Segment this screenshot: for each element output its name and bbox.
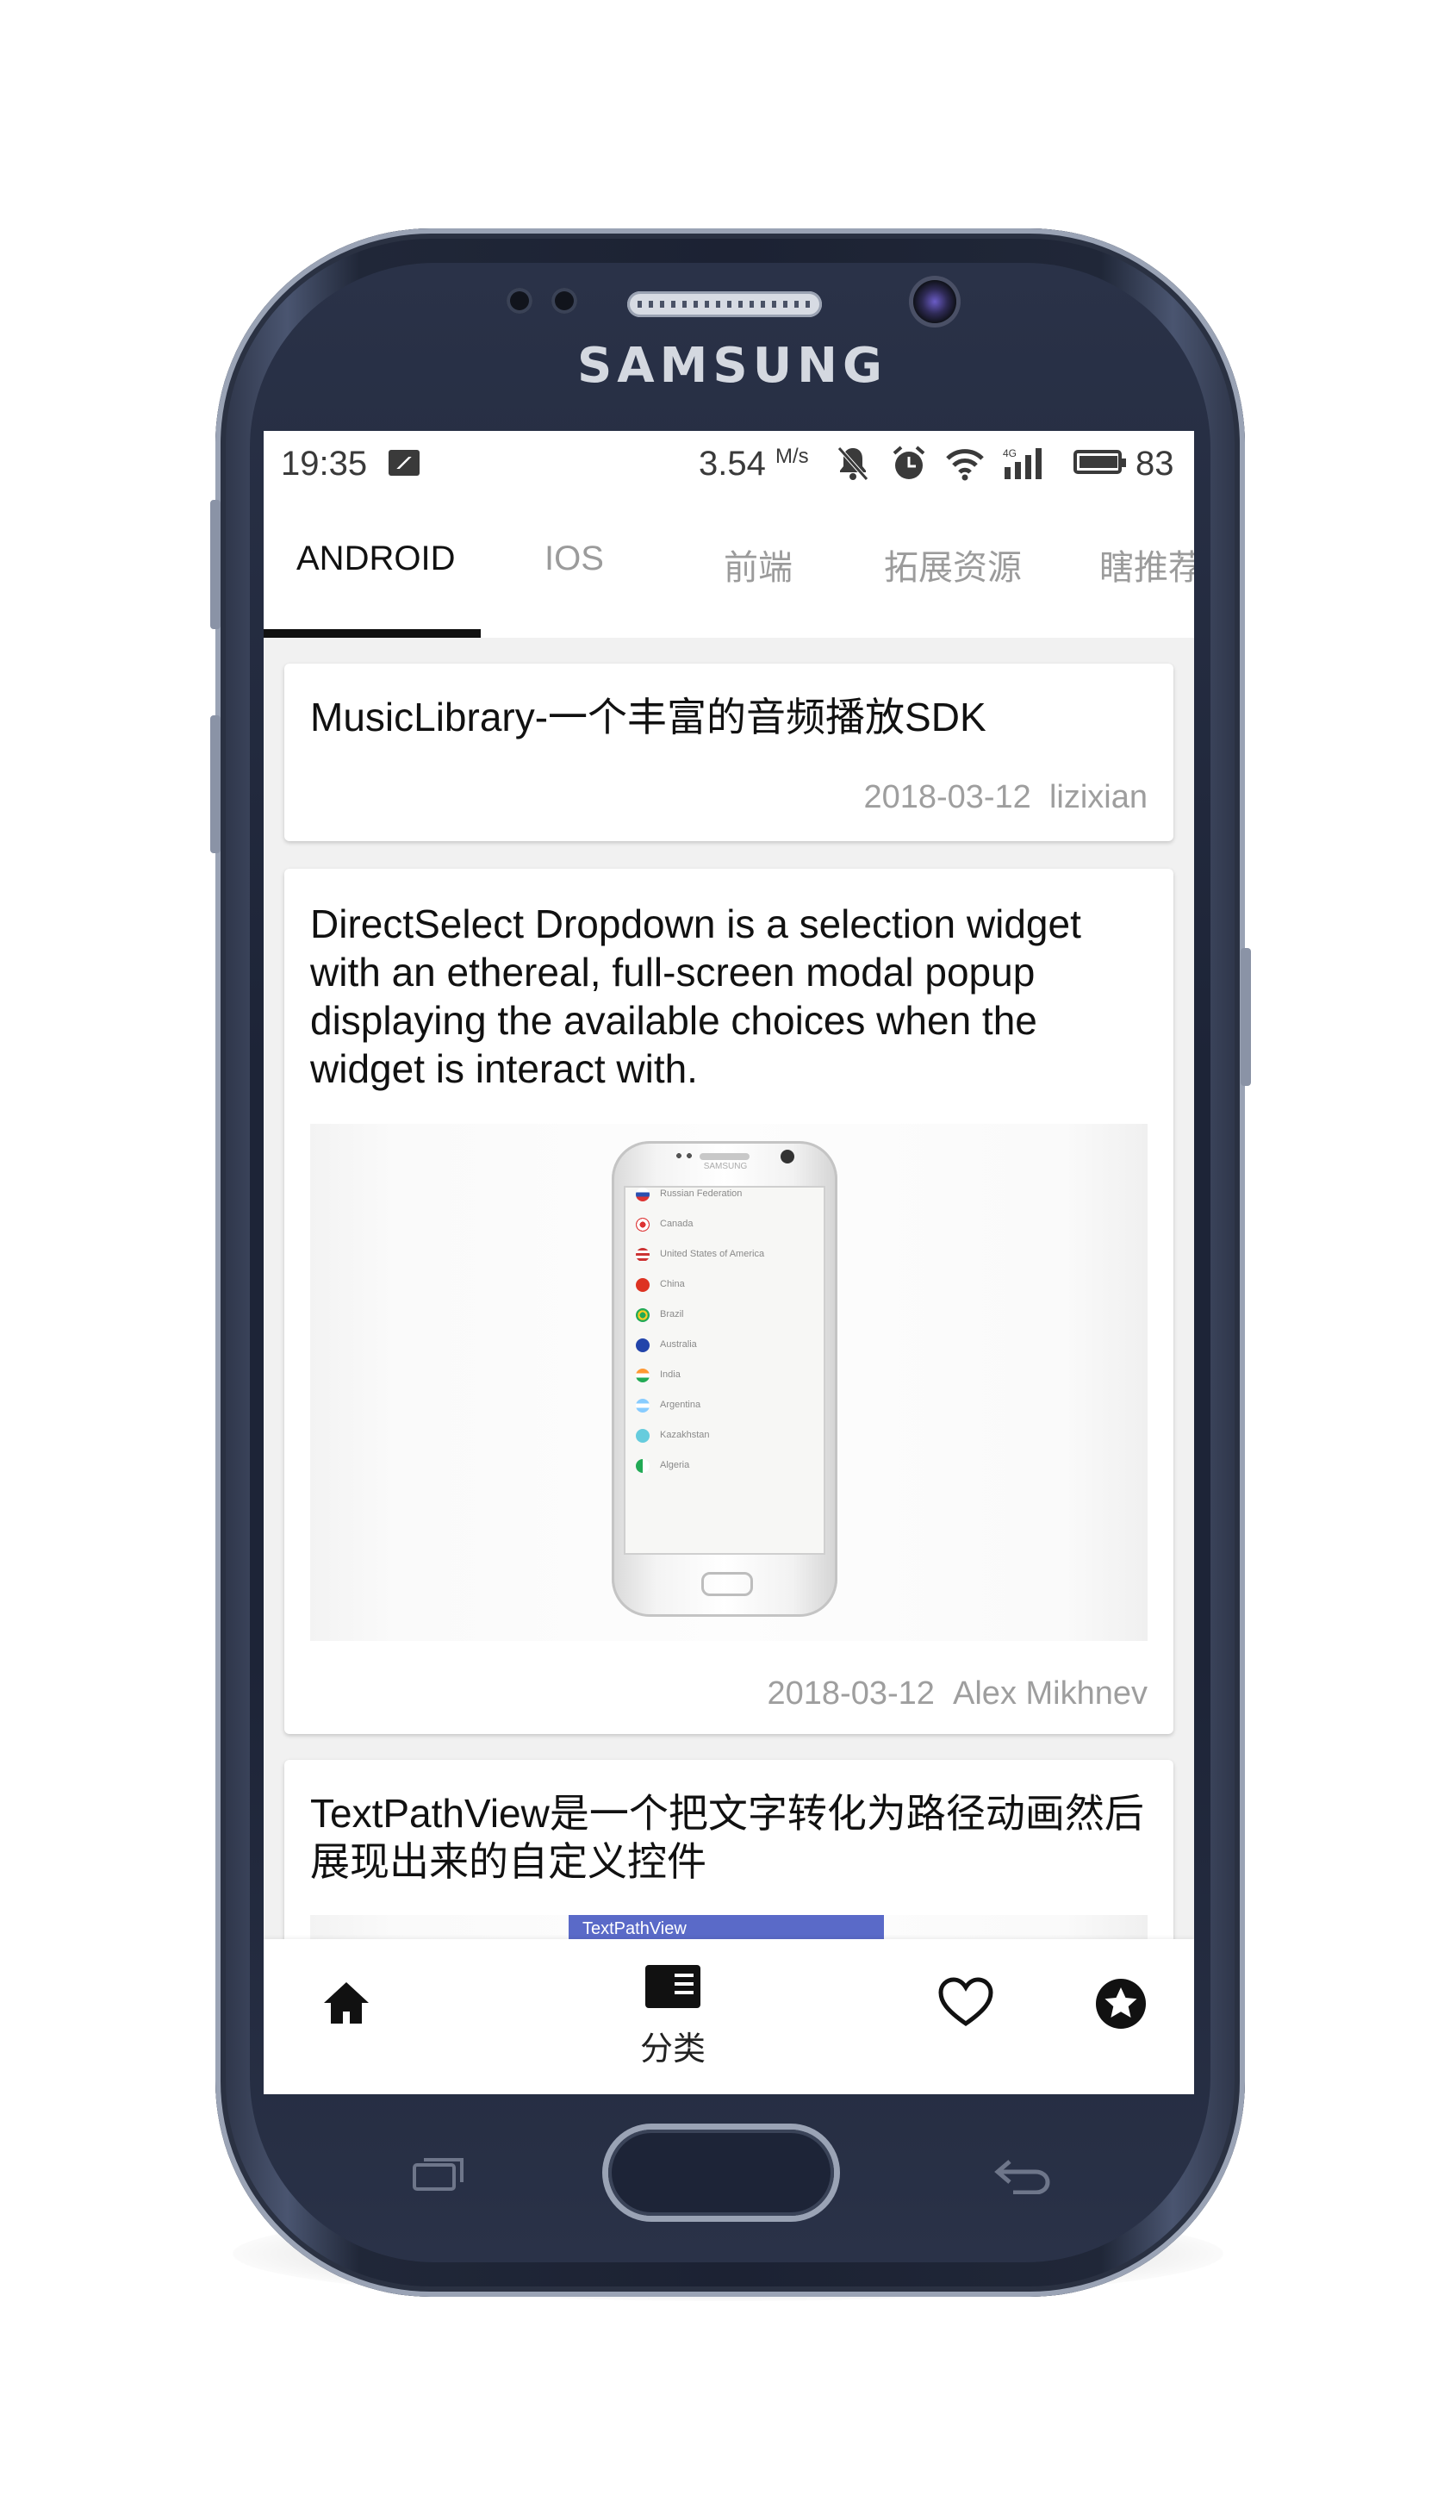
list-item: United States of America bbox=[636, 1243, 817, 1269]
battery-icon bbox=[1073, 450, 1126, 474]
earpiece-speaker bbox=[627, 291, 822, 317]
list-item: Canada bbox=[636, 1213, 817, 1238]
tab-random-recommend[interactable]: 瞎推荐 bbox=[1099, 540, 1194, 589]
svg-text:4G: 4G bbox=[1003, 447, 1017, 459]
heart-icon bbox=[938, 1977, 993, 2027]
preview-phone-brand: SAMSUNG bbox=[703, 1162, 748, 1171]
article-image[interactable]: SAMSUNG Russian Federation Canada United… bbox=[310, 1124, 1148, 1641]
category-tabs: ANDROID IOS 前端 拓展资源 瞎推荐 bbox=[264, 500, 1194, 639]
active-tab-indicator bbox=[264, 629, 481, 638]
article-title[interactable]: TextPathView是一个把文字转化为路径动画然后展现出来的自定义控件 bbox=[310, 1789, 1148, 1886]
signal-icon: 4G bbox=[1003, 445, 1055, 490]
home-icon bbox=[324, 1982, 369, 2024]
tab-ios[interactable]: IOS bbox=[544, 540, 604, 578]
preview-country-list: Russian Federation Canada United States … bbox=[624, 1186, 825, 1555]
status-bar: 19:35 3.54 M/s 4G 83 bbox=[264, 431, 1194, 500]
phone-brand-logo: SAMSUNG bbox=[576, 338, 888, 394]
list-item: Brazil bbox=[636, 1303, 817, 1329]
article-author: Alex Mikhnev bbox=[953, 1675, 1148, 1712]
list-item: Russian Federation bbox=[636, 1188, 817, 1208]
article-date: 2018-03-12 bbox=[863, 779, 1031, 815]
back-arrow-icon[interactable] bbox=[992, 2153, 1053, 2194]
article-meta: 2018-03-12 Alex Mikhnev bbox=[768, 1675, 1148, 1712]
article-card[interactable]: MusicLibrary-一个丰富的音频播放SDK 2018-03-12 liz… bbox=[284, 664, 1173, 841]
bottom-navigation: 分类 bbox=[264, 1939, 1194, 2094]
article-date: 2018-03-12 bbox=[767, 1675, 935, 1712]
battery-level: 83 bbox=[1136, 445, 1174, 483]
alarm-clock-icon bbox=[891, 445, 927, 490]
image-notification-icon bbox=[389, 450, 420, 476]
article-meta: 2018-03-12 lizixian bbox=[863, 779, 1148, 816]
tab-frontend[interactable]: 前端 bbox=[724, 540, 793, 589]
recent-apps-icon[interactable] bbox=[412, 2155, 465, 2191]
nav-category[interactable]: 分类 bbox=[600, 1939, 746, 2094]
nav-home[interactable] bbox=[298, 1939, 393, 2094]
preview-phone: SAMSUNG Russian Federation Canada United… bbox=[612, 1141, 837, 1617]
list-item: Algeria bbox=[636, 1454, 817, 1480]
star-badge-icon bbox=[1096, 1979, 1146, 2029]
tab-extended-resources[interactable]: 拓展资源 bbox=[884, 540, 1022, 589]
article-image[interactable]: TextPathView bbox=[310, 1915, 1148, 1939]
front-camera bbox=[913, 280, 956, 323]
article-card[interactable]: TextPathView是一个把文字转化为路径动画然后展现出来的自定义控件 Te… bbox=[284, 1760, 1173, 1939]
mute-bell-icon bbox=[836, 445, 870, 490]
phone-screen: 19:35 3.54 M/s 4G 83 ANDROID IOS 前端 拓展资源… bbox=[264, 431, 1194, 2094]
light-sensor bbox=[551, 288, 577, 314]
tab-android[interactable]: ANDROID bbox=[296, 540, 455, 578]
list-item: Argentina bbox=[636, 1394, 817, 1419]
phone-home-button[interactable] bbox=[608, 2130, 834, 2216]
nav-starred[interactable] bbox=[1073, 1939, 1168, 2094]
phone-power-button bbox=[1241, 948, 1251, 1086]
article-author: lizixian bbox=[1048, 779, 1148, 815]
proximity-sensor bbox=[507, 288, 532, 314]
article-feed[interactable]: MusicLibrary-一个丰富的音频播放SDK 2018-03-12 liz… bbox=[264, 638, 1194, 1939]
phone-volume-up bbox=[210, 500, 221, 629]
article-title[interactable]: MusicLibrary-一个丰富的音频播放SDK bbox=[310, 693, 1148, 741]
list-item: India bbox=[636, 1363, 817, 1389]
network-speed: 3.54 M/s bbox=[699, 445, 809, 483]
article-card[interactable]: DirectSelect Dropdown is a selection wid… bbox=[284, 869, 1173, 1734]
list-item: Kazakhstan bbox=[636, 1424, 817, 1450]
article-title[interactable]: DirectSelect Dropdown is a selection wid… bbox=[310, 900, 1148, 1093]
article-image-banner: TextPathView bbox=[569, 1915, 884, 1939]
category-icon bbox=[645, 1965, 700, 2008]
nav-favorites[interactable] bbox=[918, 1939, 1013, 2094]
list-item: Australia bbox=[636, 1333, 817, 1359]
status-time: 19:35 bbox=[281, 445, 368, 483]
phone-volume-down bbox=[210, 715, 221, 853]
list-item: China bbox=[636, 1273, 817, 1299]
wifi-icon bbox=[944, 445, 986, 490]
nav-category-label: 分类 bbox=[640, 2030, 706, 2068]
